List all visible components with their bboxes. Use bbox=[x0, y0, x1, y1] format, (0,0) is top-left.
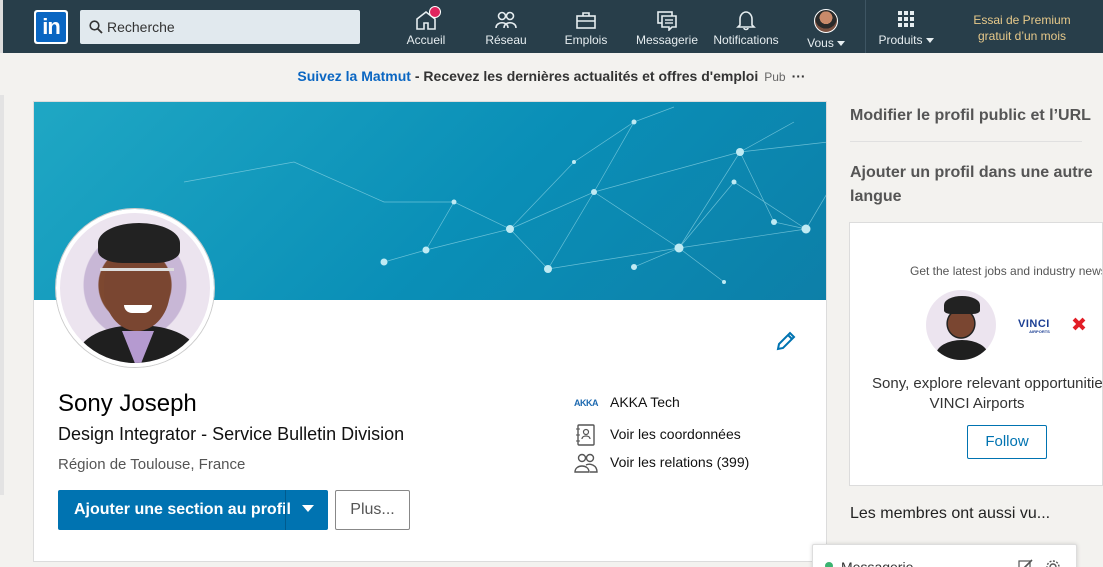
button-separator bbox=[285, 490, 286, 530]
ad-text: - Recevez les dernières actualités et of… bbox=[410, 68, 759, 84]
add-language-line-2: langue bbox=[850, 188, 902, 205]
nav-products[interactable]: Produits bbox=[872, 0, 940, 53]
messaging-bar[interactable]: Messagerie bbox=[812, 544, 1077, 567]
nav-me-label-wrap: Vous bbox=[800, 36, 852, 50]
contact-info-link[interactable]: Voir les coordonnées bbox=[610, 426, 741, 442]
search-input[interactable] bbox=[107, 10, 352, 44]
connections-link[interactable]: Voir les relations (399) bbox=[610, 454, 749, 470]
contact-card-icon bbox=[576, 424, 595, 446]
nav-messaging[interactable]: Messagerie bbox=[634, 0, 700, 53]
company-name: AKKA Tech bbox=[610, 394, 680, 410]
profile-location: Région de Toulouse, France bbox=[58, 456, 246, 473]
nav-network-label: Réseau bbox=[485, 33, 527, 47]
nav-products-label: Produits bbox=[878, 33, 923, 47]
top-nav: in Accueil Réseau Emplois Messagerie Not… bbox=[0, 0, 1103, 53]
network-icon bbox=[495, 11, 517, 29]
nav-home-label: Accueil bbox=[406, 33, 446, 47]
photo-cap bbox=[98, 223, 180, 263]
company-logo: AKKA bbox=[574, 392, 599, 414]
nav-notifications[interactable]: Notifications bbox=[710, 0, 782, 53]
avatar bbox=[814, 9, 838, 33]
vinci-logo: VINCI AIRPORTS bbox=[1018, 317, 1086, 334]
profile-card: Sony Joseph Design Integrator - Service … bbox=[33, 101, 827, 562]
premium-trial-link[interactable]: Essai de Premium gratuit d’un mois bbox=[950, 12, 1094, 44]
notification-badge bbox=[429, 6, 441, 18]
avatar-jacket bbox=[936, 340, 988, 360]
ad-link[interactable]: Suivez la Matmut bbox=[297, 68, 411, 84]
ad-pub-label: Pub bbox=[764, 70, 786, 84]
profile-headline: Design Integrator - Service Bulletin Div… bbox=[58, 424, 405, 444]
add-language-line-1: Ajouter un profil dans une autre bbox=[850, 164, 1093, 181]
nav-products-label-wrap: Produits bbox=[872, 33, 940, 47]
profile-photo[interactable] bbox=[56, 209, 214, 367]
more-options-icon[interactable]: ··· bbox=[792, 68, 806, 84]
edit-public-profile-link[interactable]: Modifier le profil public et l’URL bbox=[850, 104, 1091, 128]
nav-notifications-label: Notifications bbox=[713, 33, 779, 47]
nav-messaging-label: Messagerie bbox=[635, 33, 699, 47]
bell-icon bbox=[736, 11, 756, 31]
nav-jobs[interactable]: Emplois bbox=[558, 0, 614, 53]
nav-me-label: Vous bbox=[807, 36, 834, 50]
nav-home[interactable]: Accueil bbox=[398, 0, 454, 53]
add-language-profile-link[interactable]: Ajouter un profil dans une autre langue bbox=[850, 161, 1093, 209]
follow-button[interactable]: Follow bbox=[967, 425, 1047, 459]
vinci-ad-card: Get the latest jobs and industry news VI… bbox=[849, 222, 1103, 486]
compose-icon[interactable] bbox=[1018, 559, 1034, 567]
company-logo-text: AKKA bbox=[574, 398, 599, 408]
ad-company: VINCI Airports bbox=[929, 395, 1025, 412]
avatar bbox=[926, 290, 996, 360]
search-box[interactable] bbox=[80, 10, 360, 44]
search-icon bbox=[89, 20, 103, 34]
nav-me[interactable]: Vous bbox=[800, 0, 852, 53]
linkedin-logo[interactable]: in bbox=[34, 10, 68, 44]
premium-line-1: Essai de Premium bbox=[973, 13, 1071, 27]
ad-message: Sony, explore relevant opportunities bbox=[872, 375, 1103, 392]
nav-edge bbox=[0, 0, 3, 53]
avatar-cap bbox=[944, 296, 980, 314]
pencil-icon[interactable] bbox=[774, 329, 798, 353]
chevron-down-icon bbox=[836, 41, 845, 47]
messaging-label: Messagerie bbox=[841, 559, 914, 567]
grid-icon bbox=[898, 11, 914, 27]
profile-name: Sony Joseph bbox=[58, 390, 197, 417]
more-button[interactable]: Plus... bbox=[335, 490, 410, 530]
chevron-down-icon bbox=[925, 38, 934, 44]
vinci-cross-icon bbox=[1072, 317, 1086, 331]
sponsored-ad-line[interactable]: Suivez la Matmut - Recevez les dernières… bbox=[0, 68, 1103, 84]
nav-network[interactable]: Réseau bbox=[478, 0, 534, 53]
premium-line-2: gratuit d’un mois bbox=[977, 29, 1067, 43]
left-edge bbox=[0, 95, 4, 495]
members-also-viewed-heading: Les membres ont aussi vu... bbox=[850, 505, 1051, 522]
briefcase-icon bbox=[576, 12, 596, 29]
gear-icon[interactable] bbox=[1045, 559, 1061, 567]
photo-glasses bbox=[100, 268, 174, 276]
nav-divider bbox=[865, 0, 866, 53]
chevron-down-icon[interactable] bbox=[297, 490, 327, 530]
nav-jobs-label: Emplois bbox=[564, 33, 608, 47]
photo-smile bbox=[124, 305, 152, 313]
people-icon bbox=[574, 453, 598, 473]
ad-tagline: Get the latest jobs and industry news bbox=[910, 264, 1103, 278]
add-profile-section-label: Ajouter une section au profil bbox=[74, 501, 291, 518]
messaging-icon bbox=[657, 11, 677, 31]
right-divider bbox=[850, 141, 1082, 142]
online-status-dot bbox=[825, 562, 833, 567]
linkedin-logo-mark: in bbox=[36, 12, 66, 42]
add-profile-section-button[interactable]: Ajouter une section au profil bbox=[58, 490, 328, 530]
